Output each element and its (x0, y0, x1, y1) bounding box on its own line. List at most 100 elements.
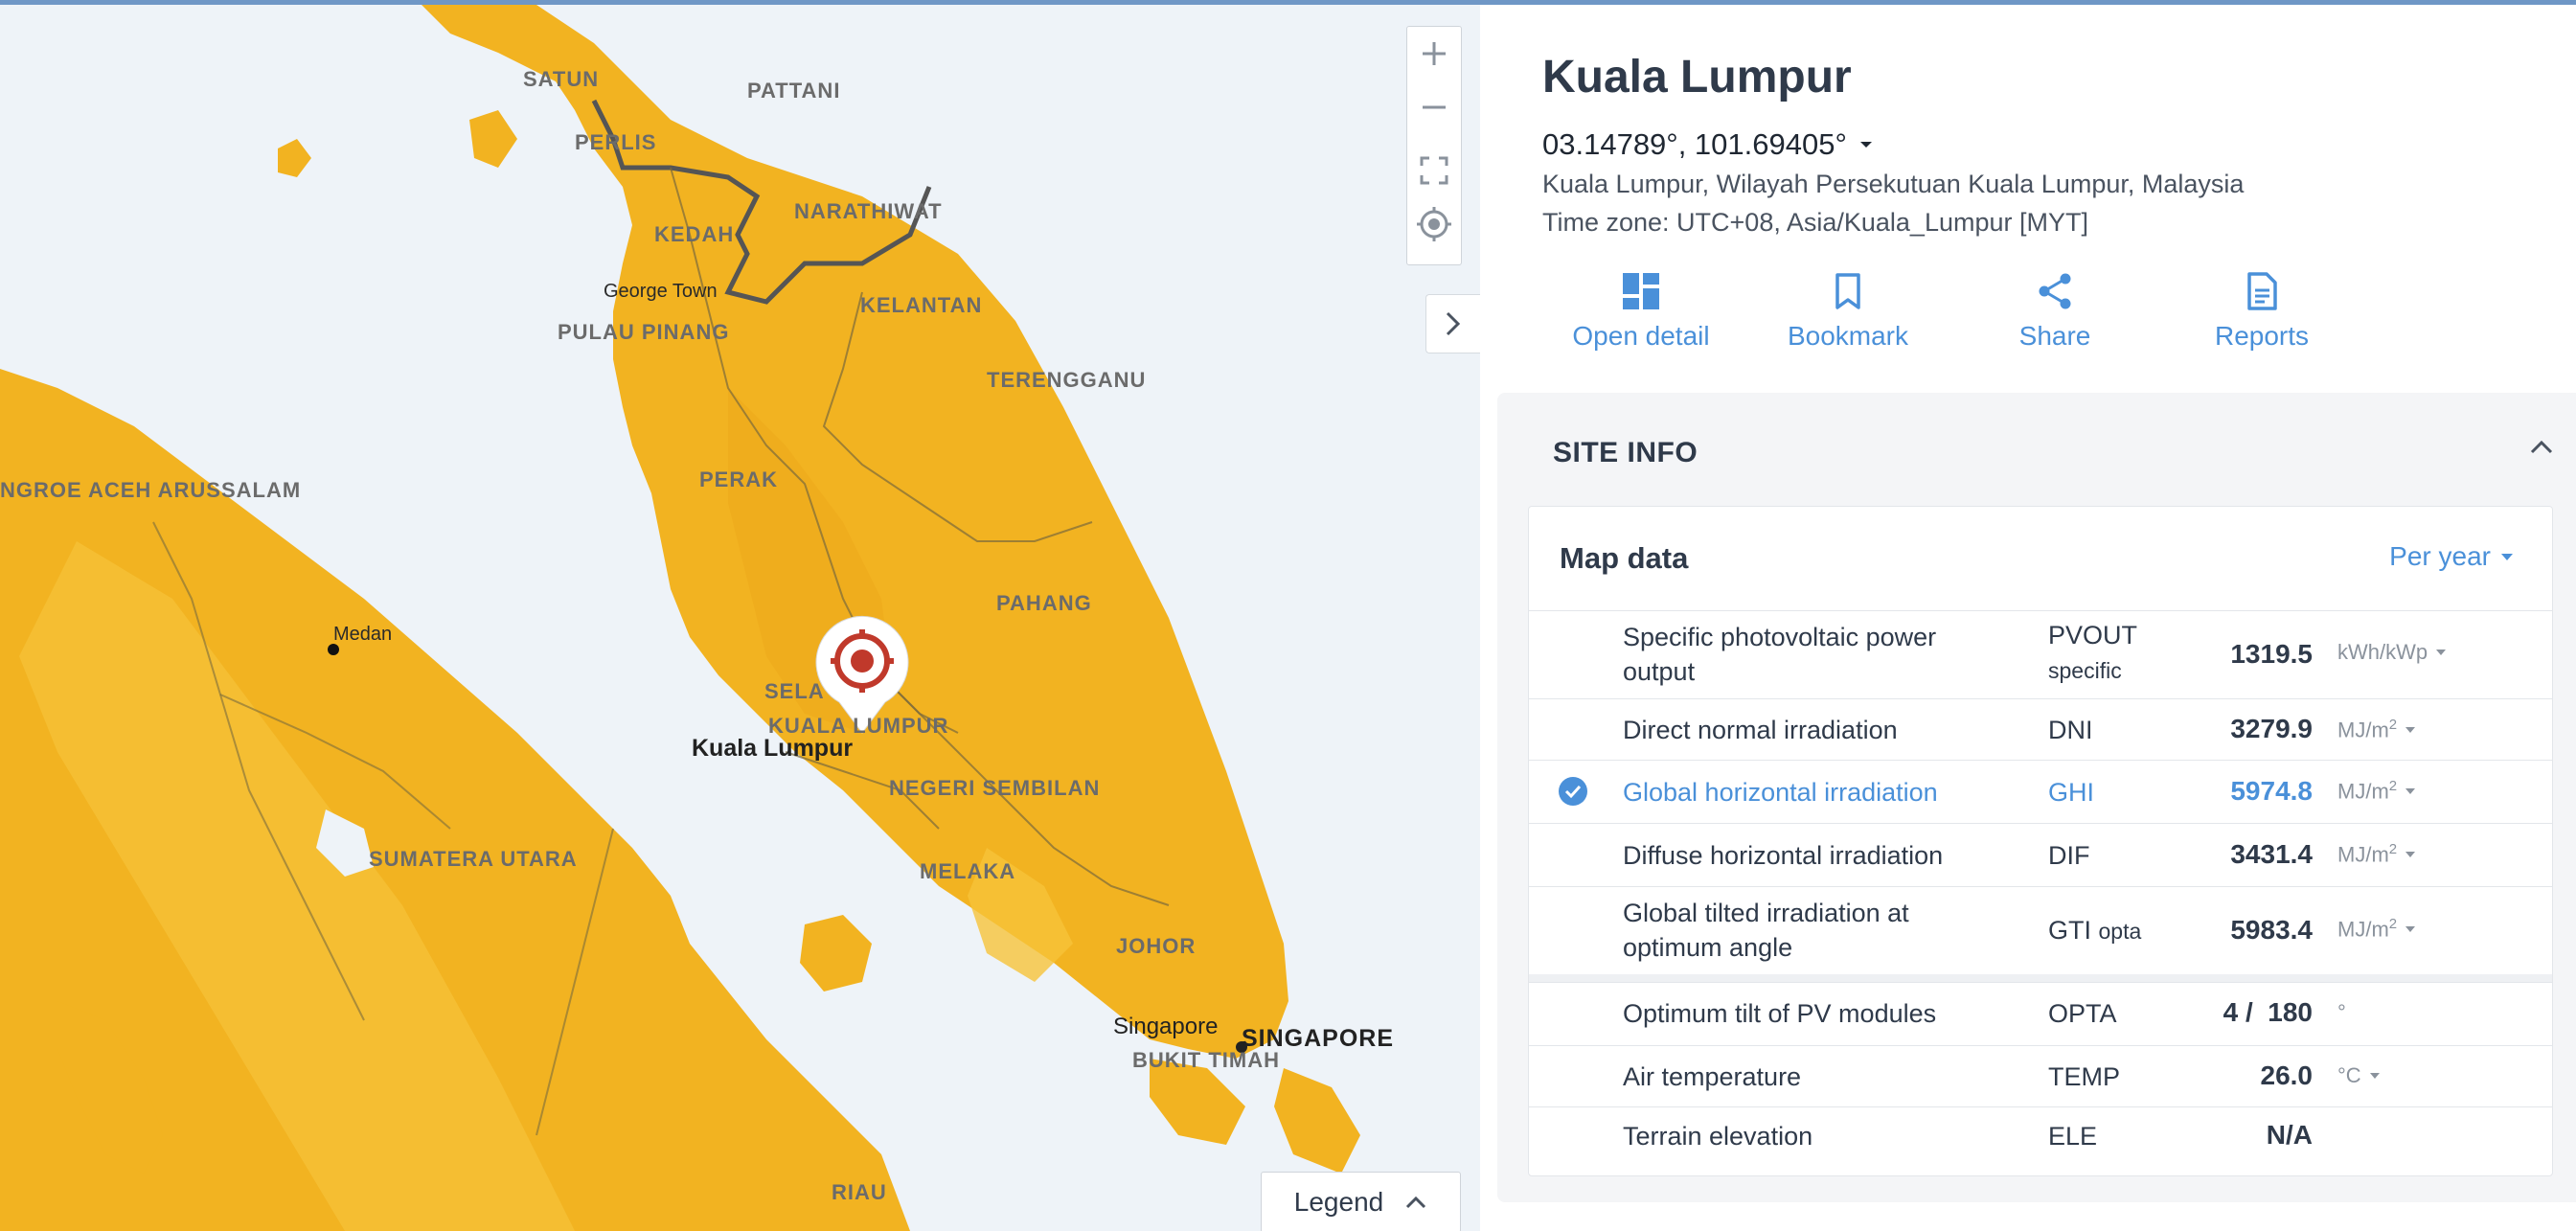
chevron-up-icon (1406, 1196, 1426, 1209)
row-name: Optimum tilt of PV modules (1623, 999, 1937, 1028)
open-detail-label: Open detail (1572, 321, 1710, 351)
legend-button[interactable]: Legend (1261, 1172, 1461, 1231)
map-city-kuala-lumpur: Kuala Lumpur (692, 735, 854, 762)
caret-down-icon (2501, 553, 2513, 560)
caret-down-icon (2405, 925, 2416, 932)
map-label-negeri-sembilan: NEGERI SEMBILAN (889, 776, 1101, 800)
table-row-temp[interactable]: Air temperature TEMP 26.0 °C (1529, 1045, 2552, 1106)
map-label-aceh: NGROE ACEH ARUSSALAM (0, 478, 300, 502)
row-abbr: DIF (2048, 841, 2090, 870)
share-button[interactable]: Share (1959, 271, 2151, 352)
row-name: Global horizontal irradiation (1623, 778, 1938, 807)
row-value: N/A (2266, 1120, 2313, 1150)
period-selector[interactable]: Per year (2389, 541, 2514, 572)
map-label-satun: SATUN (523, 67, 600, 91)
site-info-section: SITE INFO Map data Per year Specific pho… (1497, 393, 2576, 1202)
locate-me-button[interactable] (1407, 197, 1461, 251)
map-data-title: Map data (1560, 541, 1689, 575)
row-abbr: GHI (2048, 778, 2095, 807)
coordinates-text: 03.14789°, 101.69405° (1542, 127, 1847, 161)
dashboard-icon (1623, 273, 1659, 309)
reports-label: Reports (2214, 321, 2310, 351)
row-name: Global tilted irradiation at optimum angl… (1623, 899, 1909, 962)
map-city-medan: Medan (333, 624, 393, 645)
row-value: 1319.5 (2230, 639, 2313, 669)
row-abbr: GTI opta (2048, 916, 2142, 945)
crosshair-icon (1417, 207, 1451, 241)
row-name: Diffuse horizontal irradiation (1623, 841, 1944, 870)
unit-selector[interactable]: MJ/m2 (2337, 841, 2416, 867)
row-value: 3431.4 (2230, 839, 2313, 869)
row-name: Terrain elevation (1623, 1122, 1813, 1151)
site-panel: Kuala Lumpur 03.14789°, 101.69405° Kuala… (1480, 5, 2576, 1231)
table-row-pvout[interactable]: Specific photovoltaic power output PVOUT s… (1529, 610, 2552, 698)
zoom-out-button[interactable] (1407, 80, 1461, 134)
legend-label: Legend (1293, 1187, 1384, 1217)
expand-panel-button[interactable] (1425, 294, 1480, 353)
selected-check-icon (1558, 776, 1588, 811)
site-info-title: SITE INFO (1553, 437, 1698, 468)
map-data-card: Map data Per year Specific photovoltaic … (1528, 506, 2553, 1176)
row-value: 5983.4 (2230, 915, 2313, 945)
coordinates-selector[interactable]: 03.14789°, 101.69405° (1542, 127, 1874, 162)
map-label-johor: JOHOR (1116, 934, 1197, 958)
caret-down-icon (2369, 1073, 2380, 1079)
fullscreen-button[interactable] (1407, 144, 1461, 197)
row-abbr: DNI (2048, 716, 2093, 744)
chevron-right-icon (1446, 311, 1461, 336)
caret-down-icon (2405, 787, 2416, 794)
table-row-gti[interactable]: Global tilted irradiation at optimum angl… (1529, 886, 2552, 974)
row-value: 4 / 180 (2223, 997, 2313, 1027)
unit-selector[interactable]: °C (2337, 1063, 2381, 1088)
row-name: Direct normal irradiation (1623, 716, 1898, 744)
row-name: Air temperature (1623, 1062, 1802, 1091)
map-label-perak: PERAK (699, 467, 779, 491)
unit-selector[interactable]: MJ/m2 (2337, 778, 2416, 804)
bookmark-icon (1835, 273, 1860, 309)
row-value: 3279.9 (2230, 714, 2313, 743)
table-row-dif[interactable]: Diffuse horizontal irradiation DIF 3431.… (1529, 823, 2552, 886)
table-row-dni[interactable]: Direct normal irradiation DNI 3279.9 MJ/… (1529, 698, 2552, 760)
timezone: Time zone: UTC+08, Asia/Kuala_Lumpur [MY… (1542, 208, 2088, 237)
collapse-site-info-button[interactable] (2528, 439, 2555, 461)
unit-selector[interactable]: MJ/m2 (2337, 717, 2416, 742)
unit-selector[interactable]: MJ/m2 (2337, 916, 2416, 942)
table-row-ghi[interactable]: Global horizontal irradiation GHI 5974.8… (1529, 760, 2552, 823)
table-row-opta: Optimum tilt of PV modules OPTA 4 / 180 … (1529, 982, 2552, 1045)
reports-button[interactable]: Reports (2166, 271, 2358, 352)
row-abbr: OPTA (2048, 999, 2117, 1028)
bookmark-button[interactable]: Bookmark (1752, 271, 1944, 352)
map-city-singapore: Singapore (1113, 1014, 1219, 1039)
map-label-selangor: SELA (764, 679, 825, 703)
solar-map[interactable]: SATUN PATTANI PERLIS KEDAH NARATHIWAT Ge… (0, 5, 1480, 1231)
map-label-kedah: KEDAH (654, 222, 735, 246)
map-label-terengganu: TERENGGANU (987, 368, 1147, 392)
map-label-narathiwat: NARATHIWAT (794, 199, 943, 223)
map-controls (1406, 26, 1462, 265)
document-icon (2247, 272, 2277, 310)
row-abbr: PVOUT specific (2048, 621, 2138, 683)
unit-selector[interactable]: kWh/kWp (2337, 640, 2447, 665)
map-label-pulau-pinang: PULAU PINANG (558, 320, 730, 344)
map-label-riau: RIAU (832, 1180, 887, 1204)
bookmark-label: Bookmark (1787, 321, 1909, 351)
share-label: Share (2018, 321, 2091, 351)
caret-down-icon (2436, 650, 2447, 655)
zoom-in-button[interactable] (1407, 27, 1461, 80)
minus-icon (1423, 105, 1446, 109)
row-abbr: ELE (2048, 1122, 2098, 1151)
chevron-up-icon (2530, 440, 2553, 454)
table-row-ele: Terrain elevation ELE N/A (1529, 1106, 2552, 1166)
address: Kuala Lumpur, Wilayah Persekutuan Kuala … (1542, 170, 2245, 198)
row-value: 5974.8 (2230, 776, 2313, 806)
map-label-melaka: MELAKA (920, 859, 1016, 883)
map-label-sumatera-utara: SUMATERA UTARA (369, 847, 578, 871)
fullscreen-icon (1420, 156, 1448, 185)
section-divider (1529, 974, 2552, 982)
open-detail-button[interactable]: Open detail (1545, 271, 1737, 352)
row-name: Specific photovoltaic power output (1623, 623, 1937, 686)
map-label-pahang: PAHANG (996, 591, 1092, 615)
caret-down-icon (1859, 142, 1872, 148)
row-unit: ° (2337, 1000, 2346, 1024)
row-value: 26.0 (2260, 1060, 2314, 1090)
